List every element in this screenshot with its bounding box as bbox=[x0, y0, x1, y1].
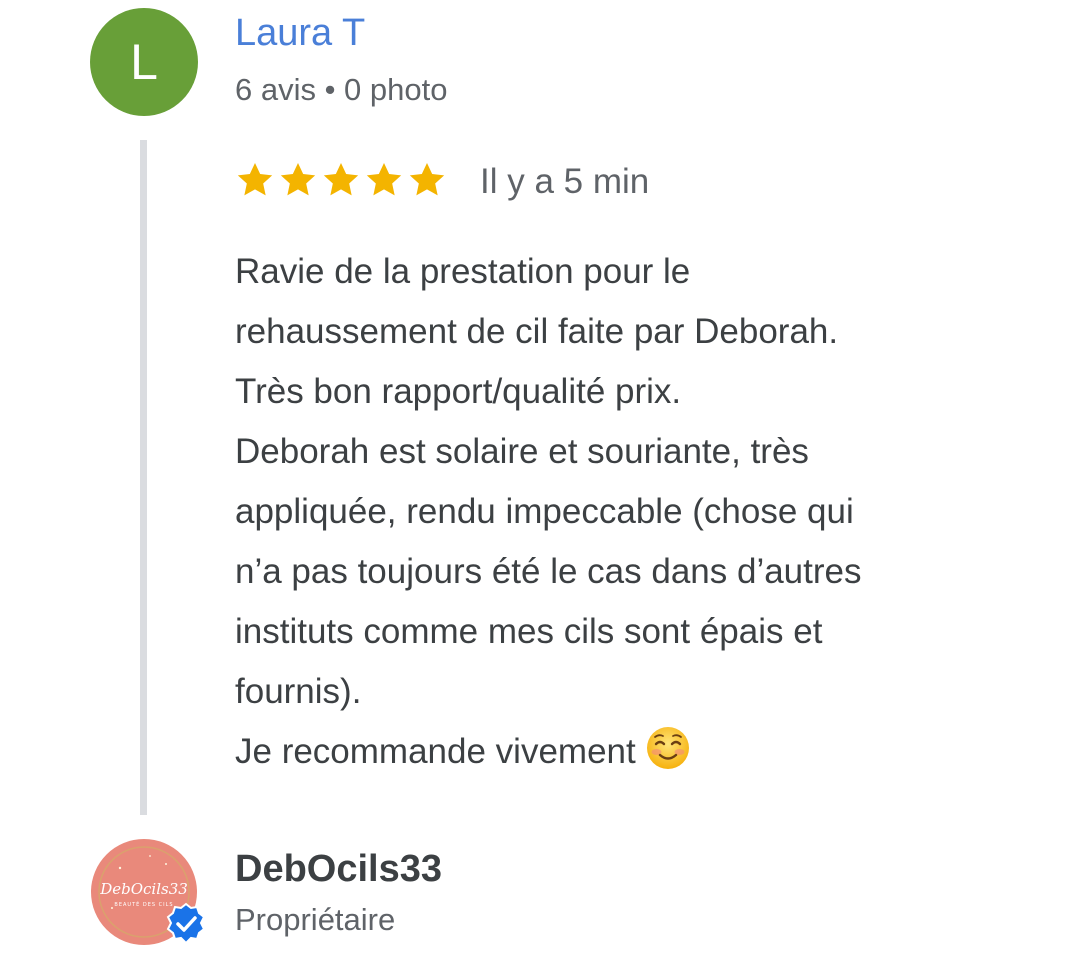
review-line: Ravie de la prestation pour le bbox=[235, 252, 691, 291]
owner-role: Propriétaire bbox=[235, 902, 396, 937]
reviewer-initial: L bbox=[130, 34, 158, 90]
reviewer-avatar[interactable]: L bbox=[90, 8, 198, 116]
verified-badge-icon bbox=[166, 902, 206, 945]
review-line-last: Je recommande vivement bbox=[235, 722, 1065, 782]
smiling-face-emoji-icon bbox=[647, 727, 690, 769]
owner-avatar[interactable]: DebOcils33 BEAUTÉ DES CILS bbox=[90, 838, 206, 946]
review-line: Deborah est solaire et souriante, très bbox=[235, 432, 809, 471]
star-icon bbox=[366, 163, 402, 196]
owner-logo-text: DebOcils33 bbox=[99, 880, 188, 898]
reviewer-name-link[interactable]: Laura T bbox=[235, 14, 365, 52]
star-icon bbox=[409, 163, 445, 196]
star-rating bbox=[235, 160, 447, 200]
review-timestamp: Il y a 5 min bbox=[480, 162, 650, 201]
review-line: fournis). bbox=[235, 672, 362, 711]
review-line: Très bon rapport/qualité prix. bbox=[235, 372, 682, 411]
thread-divider bbox=[140, 140, 147, 815]
review-line: n’a pas toujours été le cas dans d’autre… bbox=[235, 552, 862, 591]
review-line: appliquée, rendu impeccable (chose qui bbox=[235, 492, 854, 531]
star-icon bbox=[280, 163, 316, 196]
star-icon bbox=[237, 163, 273, 196]
review-line: rehaussement de cil faite par Deborah. bbox=[235, 312, 839, 351]
reviewer-stats: 6 avis • 0 photo bbox=[235, 72, 448, 107]
review-text: Ravie de la prestation pour le rehaussem… bbox=[235, 242, 1065, 782]
star-icon bbox=[323, 163, 359, 196]
owner-name[interactable]: DebOcils33 bbox=[235, 850, 442, 888]
review-line: Je recommande vivement bbox=[235, 732, 636, 771]
review-line: instituts comme mes cils sont épais et bbox=[235, 612, 823, 651]
